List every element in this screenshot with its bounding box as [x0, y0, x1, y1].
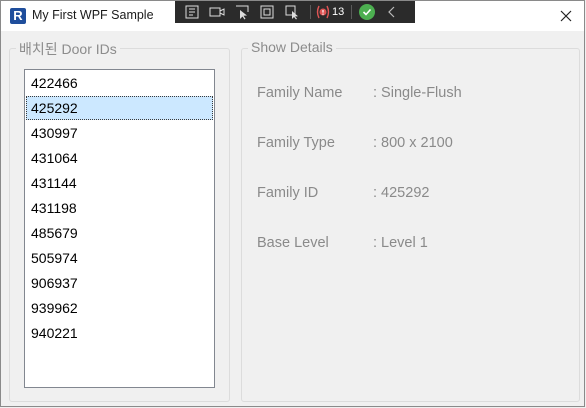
- family-id-label: Family ID: [257, 185, 319, 201]
- camera-icon: [209, 7, 225, 17]
- family-name-value: : Single-Flush: [373, 85, 462, 101]
- base-level-value: : Level 1: [373, 235, 428, 251]
- live-visual-tree-button[interactable]: [181, 3, 203, 21]
- app-window: R My First WPF Sample 13 배치된 Door IDs 42…: [0, 0, 585, 407]
- toolbar-separator: [310, 5, 311, 19]
- family-type-label: Family Type: [257, 135, 335, 151]
- cursor-select-icon: [236, 5, 249, 20]
- list-item[interactable]: 430997: [26, 121, 213, 145]
- list-item[interactable]: 906937: [26, 271, 213, 295]
- xaml-debug-toolbar: 13: [175, 1, 415, 23]
- show-details-header: Show Details: [248, 39, 336, 55]
- track-focus-button[interactable]: [281, 3, 303, 21]
- list-item[interactable]: 940221: [26, 321, 213, 345]
- display-adorners-button[interactable]: [256, 3, 278, 21]
- chevron-left-icon: [388, 6, 395, 18]
- list-item[interactable]: 431064: [26, 146, 213, 170]
- door-ids-header: 배치된 Door IDs: [16, 39, 120, 59]
- select-element-button[interactable]: [231, 3, 253, 21]
- family-name-label: Family Name: [257, 85, 343, 101]
- window-title: My First WPF Sample: [32, 8, 154, 22]
- list-item[interactable]: 422466: [26, 71, 213, 95]
- toolbar-separator: [351, 5, 353, 19]
- check-circle-icon: [359, 4, 376, 20]
- binding-failures-button[interactable]: 13: [315, 3, 344, 21]
- hot-reload-status-button[interactable]: [356, 3, 378, 21]
- door-ids-groupbox: 배치된 Door IDs 422466 425292 430997 431064 431…: [9, 39, 230, 402]
- base-level-label: Base Level: [257, 235, 329, 251]
- list-item[interactable]: 485679: [26, 221, 213, 245]
- adorner-icon: [260, 5, 274, 19]
- visual-tree-icon: [185, 5, 199, 19]
- family-type-value: : 800 x 2100: [373, 135, 453, 151]
- camera-button[interactable]: [206, 3, 228, 21]
- door-ids-listbox[interactable]: 422466 425292 430997 431064 431144 431198 4856…: [24, 69, 215, 388]
- list-item[interactable]: 431144: [26, 171, 213, 195]
- track-focus-icon: [285, 5, 298, 20]
- collapse-toolbar-button[interactable]: [381, 3, 403, 21]
- close-button[interactable]: [554, 4, 578, 28]
- list-item-selected[interactable]: 425292: [26, 96, 213, 120]
- family-id-value: : 425292: [373, 185, 430, 201]
- show-details-groupbox: Show Details Family Name : Single-Flush …: [241, 39, 580, 402]
- revit-app-icon: R: [10, 8, 26, 24]
- list-item[interactable]: 939962: [26, 296, 213, 320]
- close-icon: [560, 10, 572, 22]
- list-item[interactable]: 431198: [26, 196, 213, 220]
- list-item[interactable]: 505974: [26, 246, 213, 270]
- binding-errors-count: 13: [332, 6, 345, 18]
- binding-error-icon: [316, 5, 330, 19]
